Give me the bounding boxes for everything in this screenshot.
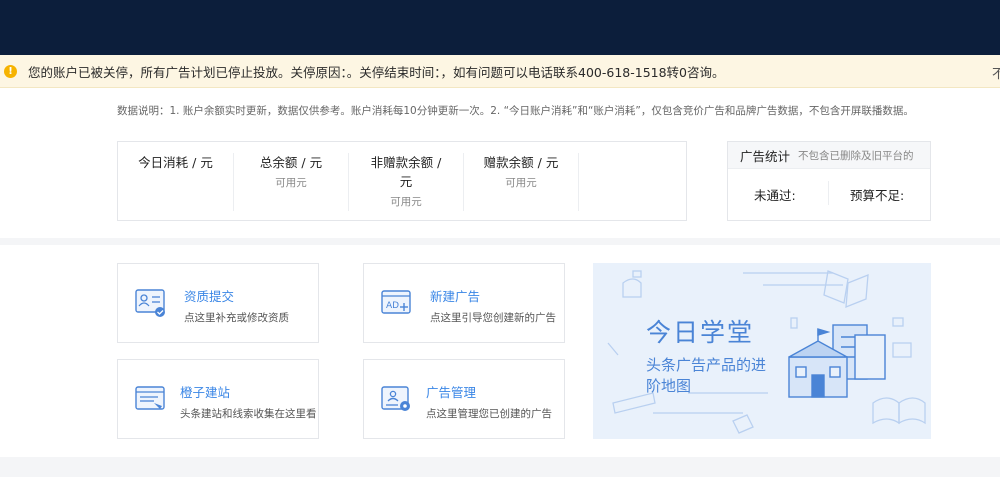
grant-balance-col: 赠款余额 / 元 可用元 (463, 153, 578, 211)
ad-stats-note: 不包含已删除及旧平台的 (798, 149, 914, 162)
tile-subtitle: 点这里引导您创建新的广告 (430, 312, 556, 324)
balance-available: 可用元 (390, 196, 422, 208)
notice-close-button[interactable]: 不 (992, 63, 1000, 82)
academy-banner[interactable]: 今日学堂 头条广告产品的进阶地图 (593, 263, 931, 439)
today-spend-col: 今日消耗 / 元 (118, 153, 233, 211)
banner-subtitle: 头条广告产品的进阶地图 (646, 356, 767, 395)
balance-title: 今日消耗 / 元 (138, 155, 213, 170)
tile-subtitle: 点这里补充或修改资质 (184, 312, 289, 324)
top-nav-bar (0, 0, 1000, 55)
balance-available: 可用元 (505, 177, 537, 189)
not-passed-stat[interactable]: 未通过: (754, 185, 796, 204)
data-description: 数据说明：1. 账户余额实时更新，数据仅供参考。账户消耗每10分钟更新一次。2.… (117, 105, 914, 117)
balance-available: 可用元 (275, 177, 307, 189)
school-building (788, 324, 886, 398)
suspension-notice: ! 您的账户已被关停，所有广告计划已停止投放。关停原因：。关停结束时间：，如有问… (0, 55, 1000, 88)
ad-stats-card: 广告统计 不包含已删除及旧平台的 未通过: 预算不足: (727, 141, 931, 221)
balance-title: 总余额 / 元 (259, 155, 323, 170)
ad-manage-icon (381, 386, 410, 411)
stat-divider (828, 181, 829, 205)
tile-subtitle: 点这里管理您已创建的广告 (426, 408, 552, 420)
banner-illustration (607, 270, 926, 434)
tile-qualification[interactable]: 资质提交 点这里补充或修改资质 (117, 263, 319, 343)
notice-message: 您的账户已被关停，所有广告计划已停止投放。关停原因：。关停结束时间：，如有问题可… (28, 64, 725, 80)
balance-title: 赠款余额 / 元 (483, 155, 559, 170)
site-builder-icon (135, 386, 165, 410)
ad-stats-title: 广告统计 (740, 148, 791, 164)
id-card-icon (135, 289, 165, 317)
total-balance-col: 总余额 / 元 可用元 (233, 153, 348, 211)
tile-subtitle: 头条建站和线索收集在这里看 (180, 408, 317, 420)
new-ad-icon: AD (381, 290, 411, 314)
tile-title: 广告管理 (426, 385, 477, 400)
tile-title: 资质提交 (184, 289, 235, 304)
tile-title: 橙子建站 (180, 385, 231, 400)
balance-title: 非赠款余额 / 元 (370, 155, 442, 189)
svg-text:AD: AD (386, 301, 399, 311)
tile-new-ad[interactable]: AD 新建广告 点这里引导您创建新的广告 (363, 263, 565, 343)
empty-col (578, 153, 693, 211)
balance-card: 今日消耗 / 元 总余额 / 元 可用元 非赠款余额 / 元 可用元 赠款余额 … (117, 141, 687, 221)
non-grant-balance-col: 非赠款余额 / 元 可用元 (348, 153, 463, 211)
tile-ad-manage[interactable]: 广告管理 点这里管理您已创建的广告 (363, 359, 565, 439)
ad-stats-body: 未通过: 预算不足: (728, 169, 930, 221)
budget-short-stat[interactable]: 预算不足: (850, 185, 904, 204)
banner-title: 今日学堂 (646, 318, 755, 347)
warning-icon: ! (4, 64, 17, 78)
ad-stats-header: 广告统计 不包含已删除及旧平台的 (728, 142, 930, 169)
tile-site-builder[interactable]: 橙子建站 头条建站和线索收集在这里看 (117, 359, 319, 439)
tile-title: 新建广告 (430, 289, 481, 304)
